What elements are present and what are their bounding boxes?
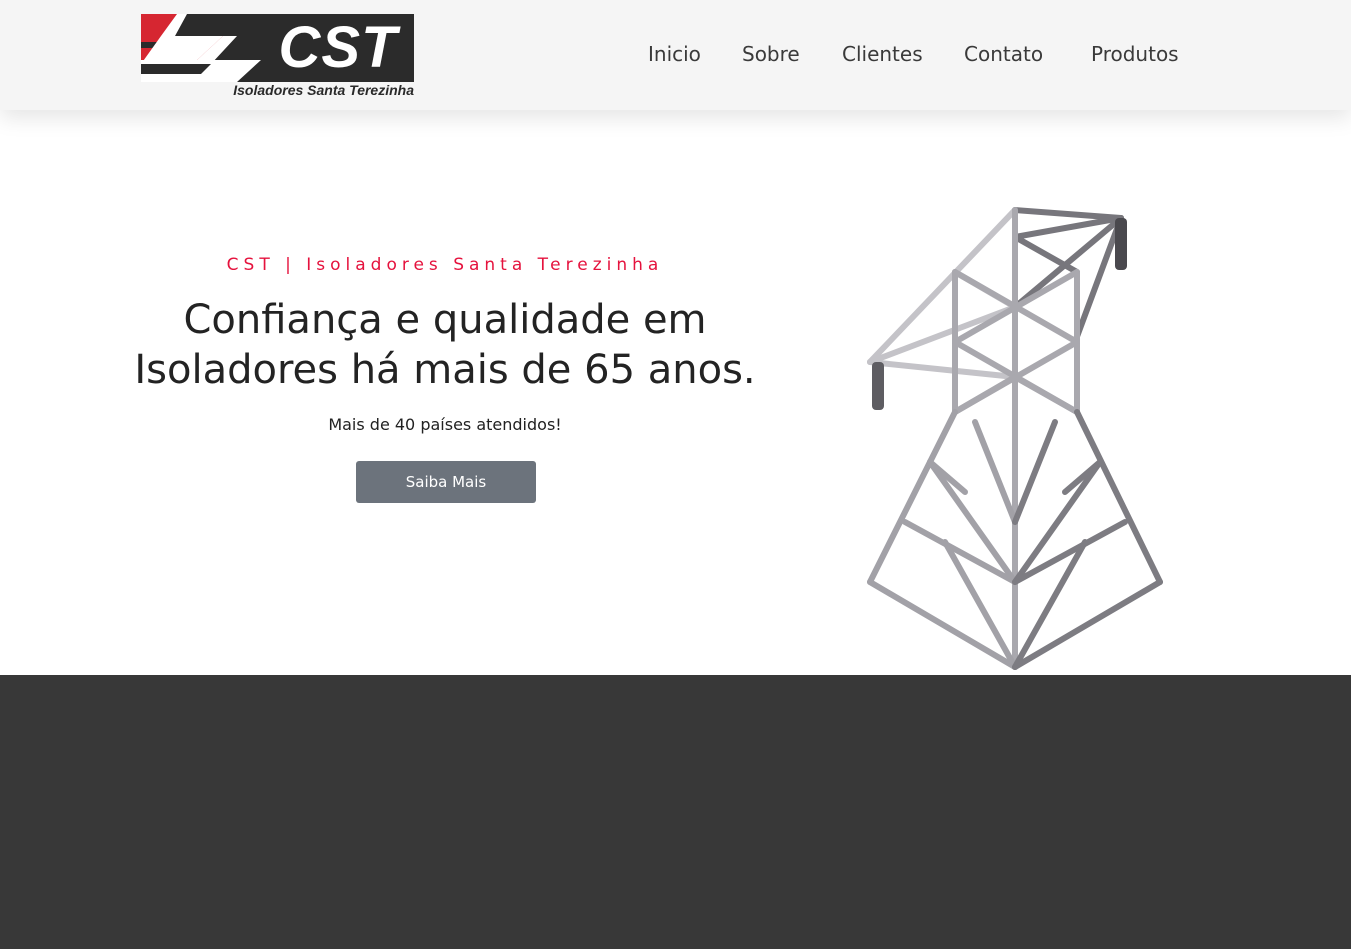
hero-eyebrow: CST | Isoladores Santa Terezinha: [226, 255, 664, 275]
dark-section: [0, 675, 1351, 949]
cst-logo[interactable]: CST Isoladores Santa Terezinha: [141, 14, 414, 98]
saiba-mais-button[interactable]: Saiba Mais: [356, 461, 536, 503]
hero-headline-line-2: Isoladores há mais de 65 anos.: [134, 347, 756, 393]
site-header: CST Isoladores Santa Terezinha Inicio So…: [0, 0, 1351, 110]
left-insulator-icon: [872, 362, 884, 410]
nav-item-sobre[interactable]: Sobre: [742, 40, 800, 68]
nav-item-produtos[interactable]: Produtos: [1091, 40, 1179, 68]
nav-item-inicio[interactable]: Inicio: [648, 40, 701, 68]
nav-item-contato[interactable]: Contato: [964, 40, 1043, 68]
logo-tagline: Isoladores Santa Terezinha: [233, 82, 414, 98]
hero-subline: Mais de 40 países atendidos!: [328, 415, 562, 434]
nav-item-clientes[interactable]: Clientes: [842, 40, 923, 68]
hero-headline-line-1: Confiança e qualidade em: [183, 297, 707, 343]
right-insulator-icon: [1115, 218, 1127, 270]
transmission-tower-icon: [867, 207, 1163, 670]
hero-headline: Confiança e qualidade em Isoladores há m…: [95, 295, 795, 395]
hero-section: CST | Isoladores Santa Terezinha Confian…: [0, 110, 1351, 675]
logo-wordmark: CST: [278, 15, 398, 80]
